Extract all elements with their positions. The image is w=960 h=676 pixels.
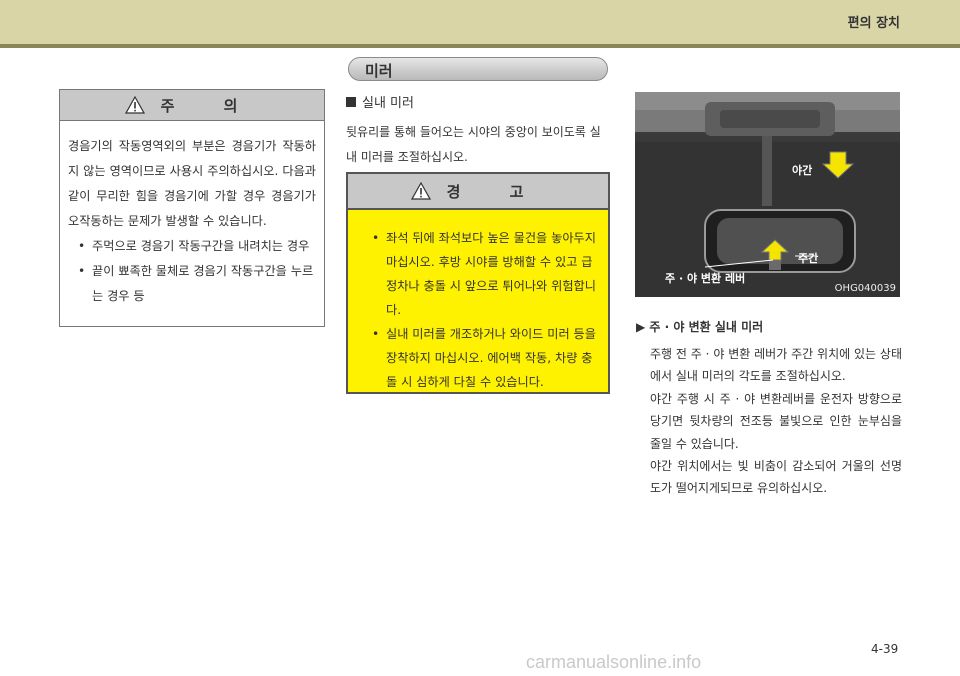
- caution-box: 주 의 경음기의 작동영역외의 부분은 경음기가 작동하지 않는 영역이므로 사…: [59, 89, 325, 327]
- right-body: 주행 전 주 · 야 변환 레버가 주간 위치에 있는 상태에서 실내 미러의 …: [650, 343, 902, 500]
- warning-bullet-2: 실내 미러를 개조하거나 와이드 미러 등을 장착하지 마십시오. 에어백 작동…: [362, 322, 598, 394]
- caution-bullet-2: 끝이 뾰족한 물체로 경음기 작동구간을 누르는 경우 등: [68, 259, 316, 309]
- warning-bullets: 좌석 뒤에 좌석보다 높은 물건을 놓아두지 마십시오. 후방 시야를 방해할 …: [362, 226, 598, 394]
- mirror-illustration: [635, 92, 900, 297]
- section-pill: 미러: [348, 57, 608, 81]
- warning-bullet-1: 좌석 뒤에 좌석보다 높은 물건을 놓아두지 마십시오. 후방 시야를 방해할 …: [362, 226, 598, 322]
- right-paragraph-3: 야간 위치에서는 빛 비춤이 감소되어 거울의 선명도가 떨어지게되므로 유의하…: [650, 459, 902, 496]
- chapter-title: 편의 장치: [847, 16, 900, 31]
- warning-title: 경 고: [446, 182, 546, 201]
- label-night: 야간: [792, 164, 813, 177]
- warning-triangle-icon: [124, 96, 145, 114]
- header-band: 편의 장치: [0, 0, 960, 48]
- right-paragraph-1: 주행 전 주 · 야 변환 레버가 주간 위치에 있는 상태에서 실내 미러의 …: [650, 347, 902, 384]
- label-lever: 주 · 야 변환 레버: [665, 272, 746, 285]
- photo-code: OHG040039: [834, 283, 896, 294]
- label-day: 주간: [798, 252, 819, 265]
- subhead-text: 실내 미러: [362, 96, 414, 111]
- mirror-photo: 야간 주간 주 · 야 변환 레버 OHG040039: [635, 92, 900, 297]
- caution-body: 경음기의 작동영역외의 부분은 경음기가 작동하지 않는 영역이므로 사용시 주…: [60, 121, 324, 309]
- caution-title: 주 의: [160, 96, 260, 115]
- warning-box: 경 고 좌석 뒤에 좌석보다 높은 물건을 놓아두지 마십시오. 후방 시야를 …: [346, 172, 610, 394]
- page-number: 4-39: [871, 642, 899, 656]
- section-title: 미러: [365, 62, 393, 80]
- warning-header: 경 고: [348, 174, 608, 210]
- watermark: carmanualsonline.info: [526, 652, 702, 672]
- subhead: 실내 미러: [346, 92, 414, 111]
- right-paragraph-2: 야간 주행 시 주 · 야 변환레버를 운전자 방향으로 당기면 뒷차량의 전조…: [650, 391, 902, 451]
- square-bullet-icon: [346, 96, 356, 107]
- caution-bullets: 주먹으로 경음기 작동구간을 내려치는 경우 끝이 뾰족한 물체로 경음기 작동…: [68, 234, 316, 309]
- caution-paragraph: 경음기의 작동영역외의 부분은 경음기가 작동하지 않는 영역이므로 사용시 주…: [68, 139, 316, 228]
- intro-text: 뒷유리를 통해 들어오는 시야의 중앙이 보이도록 실내 미러를 조절하십시오.: [346, 125, 601, 164]
- right-subtitle: ▶ 주 · 야 변환 실내 미러: [636, 320, 764, 334]
- warning-triangle-icon: [410, 182, 431, 200]
- caution-bullet-1: 주먹으로 경음기 작동구간을 내려치는 경우: [68, 234, 316, 259]
- warning-body: 좌석 뒤에 좌석보다 높은 물건을 놓아두지 마십시오. 후방 시야를 방해할 …: [348, 210, 608, 394]
- caution-header: 주 의: [60, 90, 324, 121]
